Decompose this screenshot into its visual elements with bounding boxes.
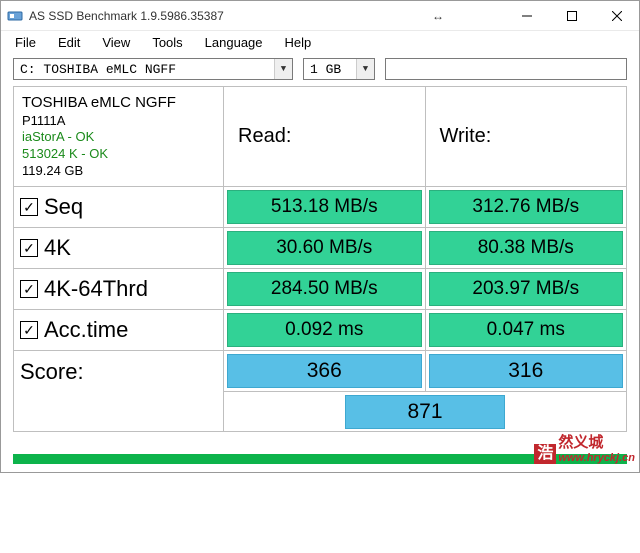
seq-write-value: 312.76 MB/s [429,190,624,224]
acc-label: Acc.time [44,317,128,343]
results-grid: TOSHIBA eMLC NGFF P1111A iaStorA - OK 51… [13,86,627,432]
watermark-badge-line2: 然义城 [558,431,603,452]
device-info-cell: TOSHIBA eMLC NGFF P1111A iaStorA - OK 51… [14,87,224,187]
watermark-badge: 浩 [534,444,556,464]
fourk64-checkbox[interactable]: ✓ [20,280,38,298]
menu-view[interactable]: View [102,35,130,50]
menu-tools[interactable]: Tools [152,35,182,50]
alignment-status: 513024 K - OK [22,146,215,163]
drive-select-value: C: TOSHIBA eMLC NGFF [14,62,274,77]
test-size-select[interactable]: 1 GB ▼ [303,58,375,80]
chevron-down-icon: ▼ [274,59,292,79]
driver-status: iaStorA - OK [22,129,215,146]
menu-file[interactable]: File [15,35,36,50]
menu-edit[interactable]: Edit [58,35,80,50]
score-total: 871 [345,395,505,429]
status-field [385,58,627,80]
acc-read-value: 0.092 ms [227,313,422,347]
maximize-button[interactable] [549,1,594,31]
fourk-write-value: 80.38 MB/s [429,231,624,265]
row-4k64: ✓ 4K-64Thrd 284.50 MB/s 203.97 MB/s [14,269,627,310]
device-firmware: P1111A [22,113,215,130]
write-header: Write: [425,87,627,187]
seq-label: Seq [44,194,83,220]
menubar: File Edit View Tools Language Help [1,31,639,56]
fourk-checkbox[interactable]: ✓ [20,239,38,257]
device-capacity: 119.24 GB [22,163,215,180]
fourk-label: 4K [44,235,71,261]
acc-checkbox[interactable]: ✓ [20,321,38,339]
device-name: TOSHIBA eMLC NGFF [22,93,215,113]
row-acc: ✓ Acc.time 0.092 ms 0.047 ms [14,310,627,351]
row-4k: ✓ 4K 30.60 MB/s 80.38 MB/s [14,228,627,269]
row-score: Score: 366 316 [14,351,627,392]
acc-write-value: 0.047 ms [429,313,624,347]
drive-select[interactable]: C: TOSHIBA eMLC NGFF ▼ [13,58,293,80]
chevron-down-icon: ▼ [356,59,374,79]
seq-read-value: 513.18 MB/s [227,190,422,224]
read-header: Read: [224,87,426,187]
score-write: 316 [429,354,624,388]
fourk-read-value: 30.60 MB/s [227,231,422,265]
fourk64-read-value: 284.50 MB/s [227,272,422,306]
seq-checkbox[interactable]: ✓ [20,198,38,216]
watermark-badge-line1: 浩 [537,446,553,462]
score-read: 366 [227,354,422,388]
header-row: TOSHIBA eMLC NGFF P1111A iaStorA - OK 51… [14,87,627,187]
row-seq: ✓ Seq 513.18 MB/s 312.76 MB/s [14,187,627,228]
minimize-button[interactable] [504,1,549,31]
menu-language[interactable]: Language [205,35,263,50]
score-label: Score: [20,359,84,384]
fourk64-label: 4K-64Thrd [44,276,148,302]
menu-help[interactable]: Help [285,35,312,50]
app-window: AS SSD Benchmark 1.9.5986.35387 ↔ File E… [0,0,640,473]
test-size-value: 1 GB [304,62,356,77]
titlebar: AS SSD Benchmark 1.9.5986.35387 ↔ [1,1,639,31]
app-icon [7,8,23,24]
selector-row: C: TOSHIBA eMLC NGFF ▼ 1 GB ▼ [1,56,639,86]
watermark-url: www.hryckj.cn [558,452,635,464]
close-button[interactable] [594,1,639,31]
restore-arrow-icon: ↔ [432,9,444,23]
fourk64-write-value: 203.97 MB/s [429,272,624,306]
window-title: AS SSD Benchmark 1.9.5986.35387 [29,9,224,23]
